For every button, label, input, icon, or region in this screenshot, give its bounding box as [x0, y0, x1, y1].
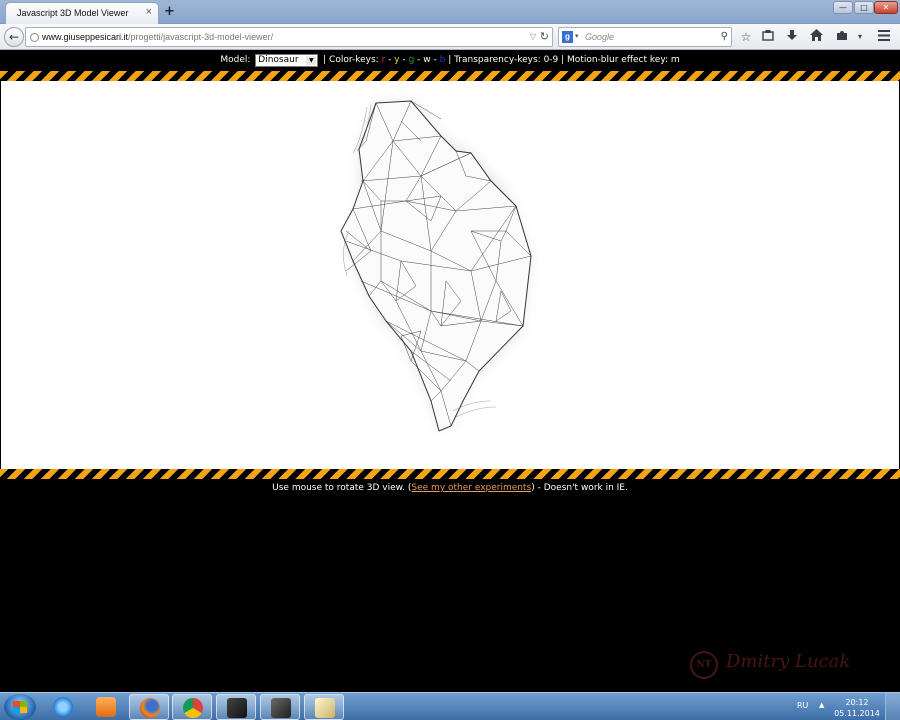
search-engine-icon[interactable]: g — [562, 31, 573, 43]
taskbar-media-player[interactable] — [86, 694, 126, 720]
key-separator: - — [399, 55, 409, 65]
color-key-w: w — [423, 55, 431, 65]
watermark-badge: NT — [690, 651, 718, 679]
hazard-stripe-top — [0, 71, 900, 81]
other-experiments-link[interactable]: See my other experiments — [411, 483, 531, 493]
clock-time: 20:12 — [845, 698, 869, 707]
tab-title: Javascript 3D Model Viewer — [17, 8, 129, 18]
url-dropdown-icon[interactable]: ▽ — [530, 28, 536, 46]
app-window-icon — [227, 698, 247, 718]
taskbar-app-2[interactable] — [260, 694, 300, 720]
key-separator: - — [414, 55, 424, 65]
motion-blur-key: Motion-blur effect key: m — [567, 55, 680, 65]
chevron-down-icon[interactable]: ▾ — [852, 29, 868, 45]
firefox-icon — [140, 698, 160, 718]
watermark-name: Dmitry Lucak — [726, 651, 851, 672]
new-tab-button[interactable]: + — [164, 4, 175, 19]
chrome-icon — [183, 698, 203, 718]
tab-javascript-3d-model-viewer[interactable]: Javascript 3D Model Viewer × — [5, 2, 159, 24]
search-placeholder: Google — [585, 32, 615, 42]
app-window-icon — [271, 698, 291, 718]
url-host: www.giuseppesicari.it — [42, 32, 129, 42]
model-select[interactable]: Dinosaur ▼ — [255, 54, 319, 67]
star-icon[interactable]: ☆ — [738, 29, 754, 45]
windows-taskbar: RU ▲ 20:12 05.11.2014 — [0, 692, 900, 720]
page-content: Model: Dinosaur ▼ | Color-keys: r - y - … — [0, 51, 900, 692]
taskbar-app-1[interactable] — [216, 694, 256, 720]
clipboard-icon[interactable] — [760, 29, 776, 45]
minimize-button[interactable]: — — [833, 1, 853, 14]
url-path: /progetti/javascript-3d-model-viewer/ — [128, 32, 274, 42]
arrow-left-icon[interactable]: ← — [4, 27, 24, 47]
search-engine-dropdown-icon[interactable]: ▾ — [575, 28, 579, 46]
model-selected-value: Dinosaur — [258, 55, 299, 65]
tray-expand-icon[interactable]: ▲ — [819, 701, 824, 709]
show-desktop-button[interactable] — [885, 693, 900, 720]
taskbar-internet-explorer[interactable] — [43, 694, 83, 720]
watermark: NT Dmitry Lucak — [690, 649, 870, 685]
media-player-icon — [96, 697, 116, 717]
start-button[interactable] — [4, 694, 36, 720]
taskbar-paint[interactable] — [304, 694, 344, 720]
paint-icon — [315, 698, 335, 718]
chevron-down-icon[interactable]: ▼ — [306, 56, 317, 65]
url-bar[interactable]: www.giuseppesicari.it/progetti/javascrip… — [25, 27, 553, 47]
globe-icon — [30, 33, 39, 42]
home-icon[interactable] — [808, 29, 824, 45]
model-label: Model: — [220, 55, 251, 65]
hazard-stripe-bottom — [0, 469, 900, 479]
language-indicator[interactable]: RU — [797, 701, 808, 710]
search-icon[interactable]: ⚲ — [721, 28, 728, 46]
internet-explorer-icon — [53, 697, 73, 717]
close-window-button[interactable]: ✕ — [874, 1, 898, 14]
search-input[interactable]: g ▾ Google ⚲ — [558, 27, 732, 47]
navigation-toolbar: ← www.giuseppesicari.it/progetti/javascr… — [0, 24, 900, 50]
close-tab-icon[interactable]: × — [146, 6, 152, 18]
color-keys-label: | Color-keys: — [323, 55, 379, 65]
window-titlebar: Javascript 3D Model Viewer × + — □ ✕ — [0, 0, 900, 24]
addon-puzzle-icon[interactable] — [834, 29, 850, 45]
taskbar-chrome[interactable] — [172, 694, 212, 720]
viewer-controls: Model: Dinosaur ▼ | Color-keys: r - y - … — [0, 54, 900, 67]
key-separator: - — [430, 55, 440, 65]
footer-note: Use mouse to rotate 3D view. (See my oth… — [0, 483, 900, 493]
color-key-b: b — [439, 55, 446, 65]
footer-text-after: ) - Doesn't work in IE. — [531, 483, 628, 493]
download-icon[interactable] — [784, 29, 800, 45]
footer-text-before: Use mouse to rotate 3D view. ( — [272, 483, 412, 493]
clock-date: 05.11.2014 — [834, 709, 880, 718]
system-clock[interactable]: 20:12 05.11.2014 — [832, 697, 882, 719]
windows-logo-icon-lower — [13, 707, 27, 713]
key-separator: - — [385, 55, 395, 65]
maximize-button[interactable]: □ — [854, 1, 874, 14]
dinosaur-wireframe-model — [340, 100, 532, 432]
taskbar-firefox[interactable] — [129, 694, 169, 720]
3d-viewer-canvas[interactable] — [1, 81, 899, 469]
reload-icon[interactable]: ↻ — [540, 28, 549, 46]
hamburger-menu-icon[interactable] — [876, 29, 892, 45]
transparency-keys: | Transparency-keys: 0-9 | — [448, 55, 565, 65]
